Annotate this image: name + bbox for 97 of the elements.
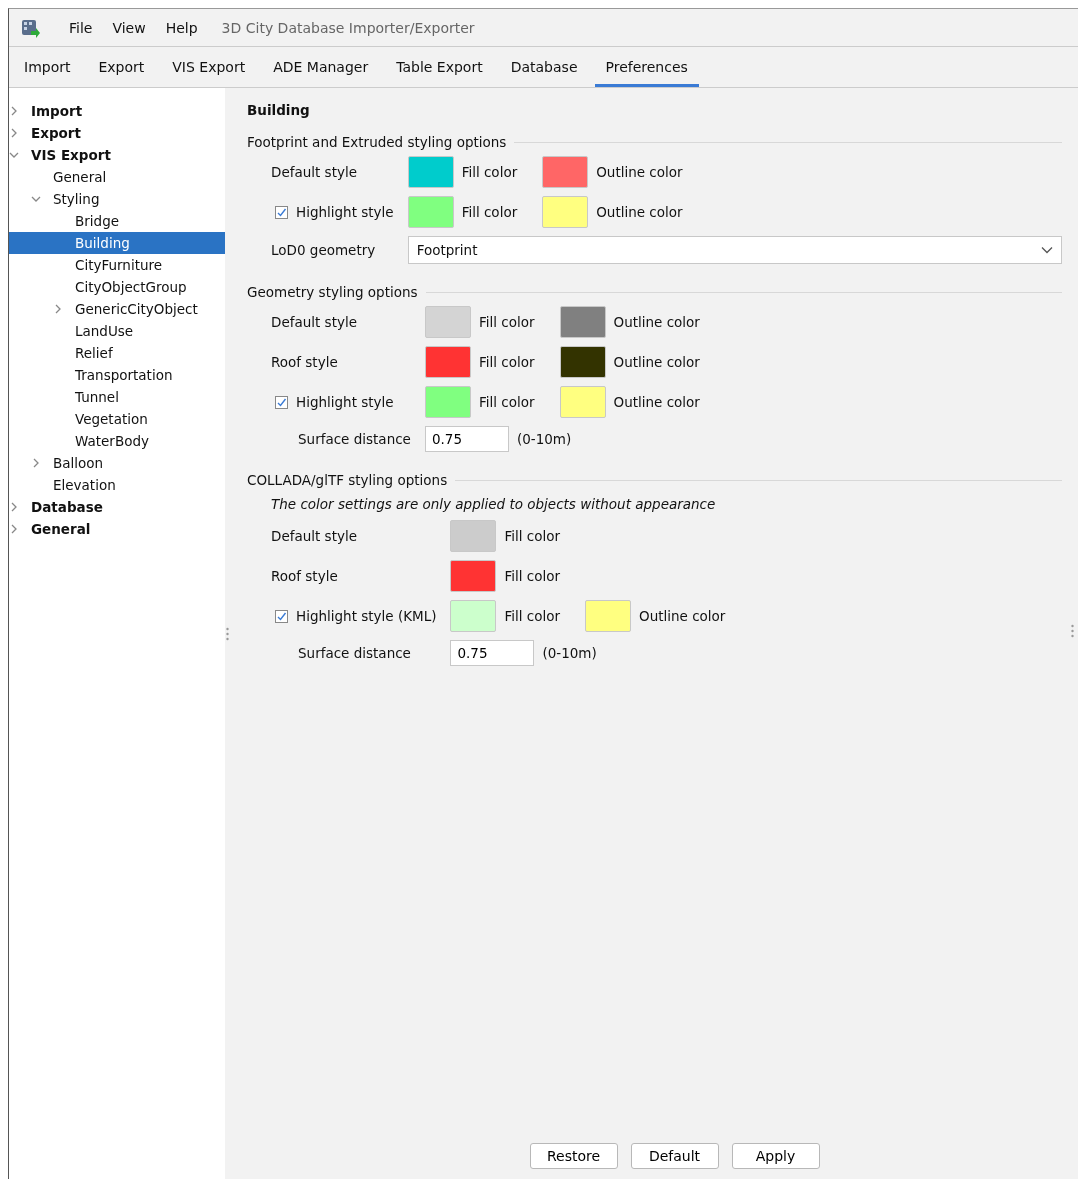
- row-label: LoD0 geometry: [271, 242, 376, 258]
- section-title: Geometry styling options: [247, 284, 418, 300]
- tab[interactable]: Export: [87, 47, 156, 87]
- tree-item[interactable]: CityObjectGroup: [9, 276, 225, 298]
- tree-item[interactable]: Elevation: [9, 474, 225, 496]
- window-title: 3D City Database Importer/Exporter: [221, 19, 475, 36]
- row-label: Highlight style (KML): [296, 608, 437, 624]
- tree-item[interactable]: Relief: [9, 342, 225, 364]
- tree-item[interactable]: LandUse: [9, 320, 225, 342]
- color-swatch[interactable]: [424, 306, 471, 338]
- tree-item[interactable]: Styling: [9, 188, 225, 210]
- tree-item[interactable]: Bridge: [9, 210, 225, 232]
- color-swatch[interactable]: [424, 386, 471, 418]
- row-label: Default style: [271, 528, 357, 544]
- chevron-down-icon[interactable]: [31, 194, 41, 204]
- swatch-label: Fill color: [478, 394, 535, 410]
- color-swatch[interactable]: [407, 196, 454, 228]
- tree-item[interactable]: Vegetation: [9, 408, 225, 430]
- row-label: Roof style: [271, 354, 338, 370]
- tab[interactable]: Database: [499, 47, 589, 87]
- grip-icon[interactable]: [1071, 624, 1074, 638]
- color-swatch[interactable]: [424, 346, 471, 378]
- tree-item[interactable]: VIS Export: [9, 144, 225, 166]
- grip-icon[interactable]: [225, 626, 229, 641]
- row-label: Surface distance: [298, 645, 411, 661]
- color-swatch[interactable]: [450, 560, 497, 592]
- section-title: COLLADA/glTF styling options: [247, 472, 448, 488]
- checkbox[interactable]: [275, 395, 288, 409]
- tree-item[interactable]: Balloon: [9, 452, 225, 474]
- color-swatch[interactable]: [585, 600, 632, 632]
- input-field[interactable]: 0.75: [450, 640, 535, 666]
- tree-item[interactable]: General: [9, 518, 225, 540]
- checkbox[interactable]: [275, 205, 288, 219]
- tree-item[interactable]: General: [9, 166, 225, 188]
- tree-item[interactable]: Building: [9, 232, 225, 254]
- color-swatch[interactable]: [542, 156, 589, 188]
- swatch-label: Outline color: [639, 608, 726, 624]
- tree-item[interactable]: Database: [9, 496, 225, 518]
- chevron-right-icon[interactable]: [9, 524, 19, 534]
- swatch-label: Fill color: [504, 528, 561, 544]
- tree-item[interactable]: Tunnel: [9, 386, 225, 408]
- color-swatch[interactable]: [559, 346, 606, 378]
- color-swatch[interactable]: [450, 600, 497, 632]
- color-swatch[interactable]: [559, 306, 606, 338]
- tab[interactable]: Import: [13, 47, 82, 87]
- swatch-label: Fill color: [504, 568, 561, 584]
- swatch-label: Fill color: [478, 354, 535, 370]
- swatch-label: Fill color: [461, 164, 518, 180]
- tab[interactable]: VIS Export: [161, 47, 257, 87]
- range-hint: (0-10m): [516, 431, 572, 447]
- note-text: The color settings are only applied to objects without appearance: [271, 496, 717, 512]
- swatch-label: Fill color: [504, 608, 561, 624]
- dialog-button[interactable]: Default: [630, 1143, 719, 1169]
- row-label: Default style: [271, 314, 357, 330]
- row-label: Roof style: [271, 568, 338, 584]
- row-label: Surface distance: [298, 431, 411, 447]
- row-label: Highlight style: [296, 394, 394, 410]
- chevron-down-icon: [1041, 246, 1053, 254]
- tab[interactable]: Table Export: [385, 47, 494, 87]
- checkbox[interactable]: [275, 609, 288, 623]
- swatch-label: Outline color: [613, 354, 700, 370]
- section-title: Footprint and Extruded styling options: [247, 134, 507, 150]
- tree-item[interactable]: CityFurniture: [9, 254, 225, 276]
- tab[interactable]: Preferences: [594, 47, 699, 87]
- swatch-label: Outline color: [596, 204, 683, 220]
- swatch-label: Fill color: [478, 314, 535, 330]
- color-swatch[interactable]: [542, 196, 589, 228]
- chevron-right-icon[interactable]: [31, 458, 41, 468]
- tree-item[interactable]: WaterBody: [9, 430, 225, 452]
- color-swatch[interactable]: [450, 520, 497, 552]
- swatch-label: Outline color: [613, 394, 700, 410]
- tree-item[interactable]: GenericCityObject: [9, 298, 225, 320]
- dialog-button[interactable]: Restore: [529, 1143, 618, 1169]
- chevron-right-icon[interactable]: [9, 106, 19, 116]
- swatch-label: Outline color: [596, 164, 683, 180]
- chevron-right-icon[interactable]: [9, 128, 19, 138]
- swatch-label: Fill color: [461, 204, 518, 220]
- dialog-button[interactable]: Apply: [731, 1143, 820, 1169]
- swatch-label: Outline color: [613, 314, 700, 330]
- tab[interactable]: ADE Manager: [262, 47, 380, 87]
- menu-item[interactable]: File: [59, 19, 103, 36]
- tree-item[interactable]: Transportation: [9, 364, 225, 386]
- chevron-right-icon[interactable]: [53, 304, 63, 314]
- menu-item[interactable]: Help: [155, 19, 208, 36]
- dropdown[interactable]: Footprint: [407, 236, 1062, 264]
- chevron-down-icon[interactable]: [9, 150, 19, 160]
- row-label: Default style: [271, 164, 357, 180]
- panel-title: Building: [247, 102, 311, 118]
- input-field[interactable]: 0.75: [424, 426, 509, 452]
- range-hint: (0-10m): [542, 645, 597, 661]
- chevron-right-icon[interactable]: [9, 502, 19, 512]
- tree-item[interactable]: Import: [9, 100, 225, 122]
- color-swatch[interactable]: [559, 386, 606, 418]
- tree-item[interactable]: Export: [9, 122, 225, 144]
- menu-item[interactable]: View: [102, 19, 156, 36]
- row-label: Highlight style: [296, 204, 394, 220]
- color-swatch[interactable]: [407, 156, 454, 188]
